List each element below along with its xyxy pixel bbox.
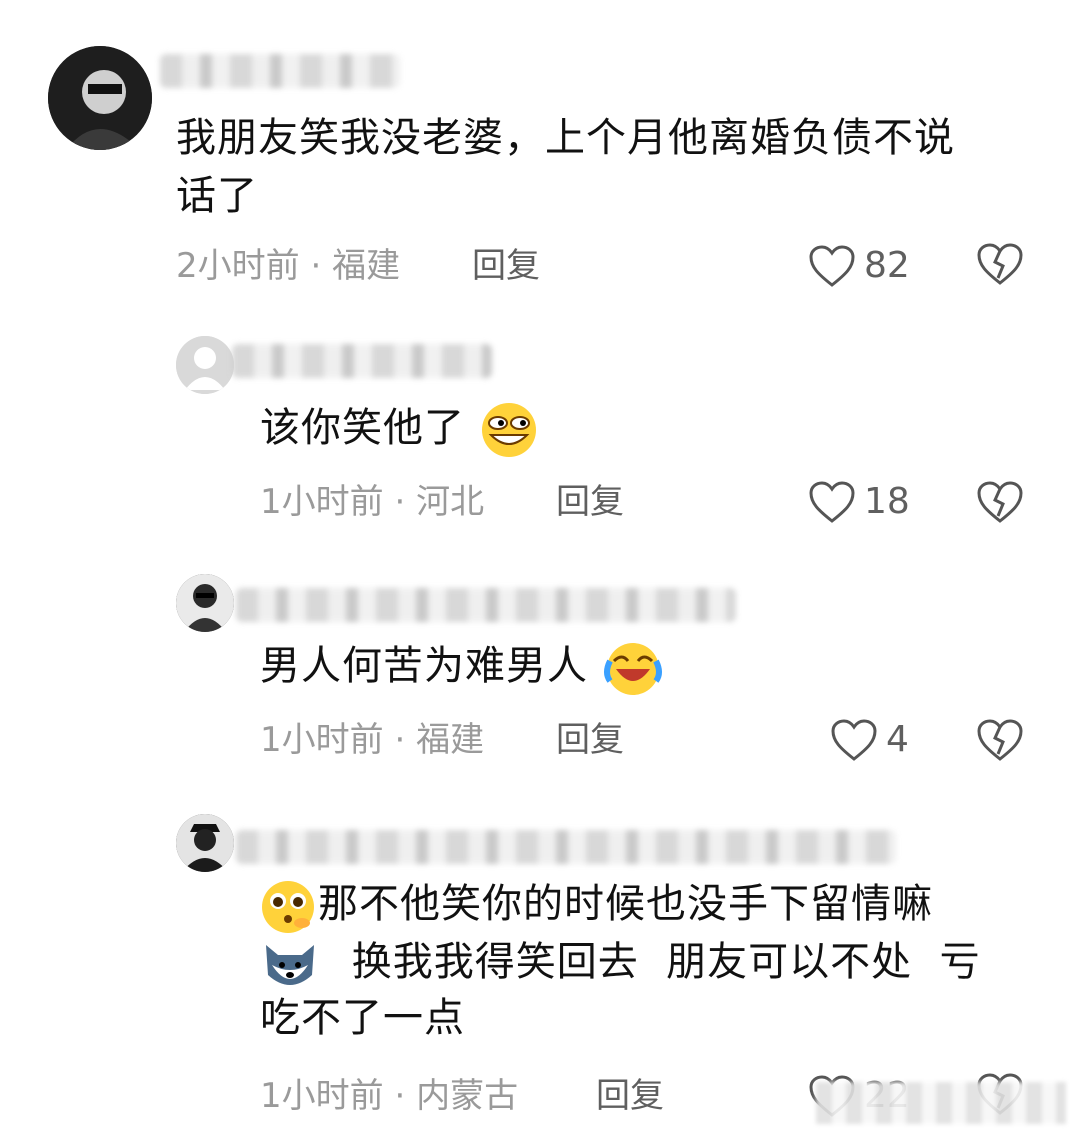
- comment-meta: 1小时前 · 河北: [260, 482, 484, 522]
- comment-text-line-1: 我朋友笑我没老婆，上个月他离婚负债不说: [176, 115, 955, 161]
- separator: ·: [310, 246, 322, 286]
- reply-button[interactable]: 回复: [472, 246, 540, 286]
- comment-text: 该你笑他了: [260, 400, 539, 459]
- comment-2: 该你笑他了 1小时前 · 河北 回复 18: [0, 320, 1080, 550]
- reply-button[interactable]: 回复: [556, 482, 624, 522]
- comment-text-body: 男人何苦为难男人: [260, 643, 588, 689]
- comment-text-line-2: 换我我得笑回去 朋友可以不处 亏: [258, 934, 981, 993]
- broken-heart-icon[interactable]: [976, 480, 1024, 524]
- like-count: 18: [864, 481, 910, 522]
- like-button[interactable]: 18: [808, 480, 910, 524]
- comment-location: 河北: [416, 482, 485, 522]
- pleading-emoji-icon: [262, 881, 314, 933]
- comment-text: 男人何苦为难男人: [260, 638, 664, 697]
- watermark: [816, 1082, 1066, 1124]
- like-button[interactable]: 82: [808, 244, 910, 288]
- comment-text-body: 换我我得笑回去 朋友可以不处 亏: [351, 939, 981, 985]
- separator: ·: [394, 482, 406, 522]
- heart-outline-icon: [809, 245, 855, 287]
- comment-meta: 1小时前 · 福建: [260, 720, 484, 760]
- heart-outline-icon: [831, 719, 877, 761]
- like-button[interactable]: 4: [830, 718, 909, 762]
- heart-outline-icon: [809, 481, 855, 523]
- username-redacted[interactable]: [236, 588, 736, 622]
- like-count: 4: [886, 719, 909, 760]
- comment-location: 福建: [416, 720, 485, 760]
- comment-meta: 2小时前 · 福建: [176, 246, 400, 286]
- comment-text-line-3: 吃不了一点: [260, 995, 465, 1041]
- grinning-emoji-icon: [481, 403, 536, 457]
- comment-location: 内蒙古: [416, 1076, 519, 1116]
- comment-meta: 1小时前 · 内蒙古: [260, 1076, 518, 1116]
- comment-3: 男人何苦为难男人 1小时前 · 福建 回复 4: [0, 560, 1080, 790]
- comment-location: 福建: [332, 246, 401, 286]
- separator: ·: [394, 720, 406, 760]
- reply-button[interactable]: 回复: [596, 1076, 664, 1116]
- avatar[interactable]: [176, 336, 234, 394]
- broken-heart-icon[interactable]: [976, 242, 1024, 286]
- crying-laughing-emoji-icon: [603, 643, 662, 695]
- username-redacted[interactable]: [236, 830, 896, 864]
- broken-heart-icon[interactable]: [976, 718, 1024, 762]
- comment-time: 1小时前: [260, 1076, 384, 1116]
- username-redacted[interactable]: [160, 54, 400, 88]
- comment-time: 1小时前: [260, 482, 384, 522]
- comment-time: 1小时前: [260, 720, 384, 760]
- like-count: 82: [864, 245, 910, 286]
- avatar[interactable]: [176, 814, 234, 872]
- comment-time: 2小时前: [176, 246, 300, 286]
- comment-text-line-1: 那不他笑你的时候也没手下留情嘛: [258, 876, 933, 935]
- comment-text-line-2: 话了: [176, 173, 258, 219]
- username-redacted[interactable]: [232, 344, 492, 378]
- avatar[interactable]: [48, 46, 152, 150]
- doge-emoji-icon: [266, 945, 314, 985]
- comment-1: 我朋友笑我没老婆，上个月他离婚负债不说 话了 2小时前 · 福建 回复 82: [0, 0, 1080, 320]
- separator: ·: [394, 1076, 406, 1116]
- comment-text-body: 该你笑他了: [260, 405, 465, 451]
- avatar[interactable]: [176, 574, 234, 632]
- comment-text-body: 那不他笑你的时候也没手下留情嘛: [318, 881, 933, 927]
- reply-button[interactable]: 回复: [556, 720, 624, 760]
